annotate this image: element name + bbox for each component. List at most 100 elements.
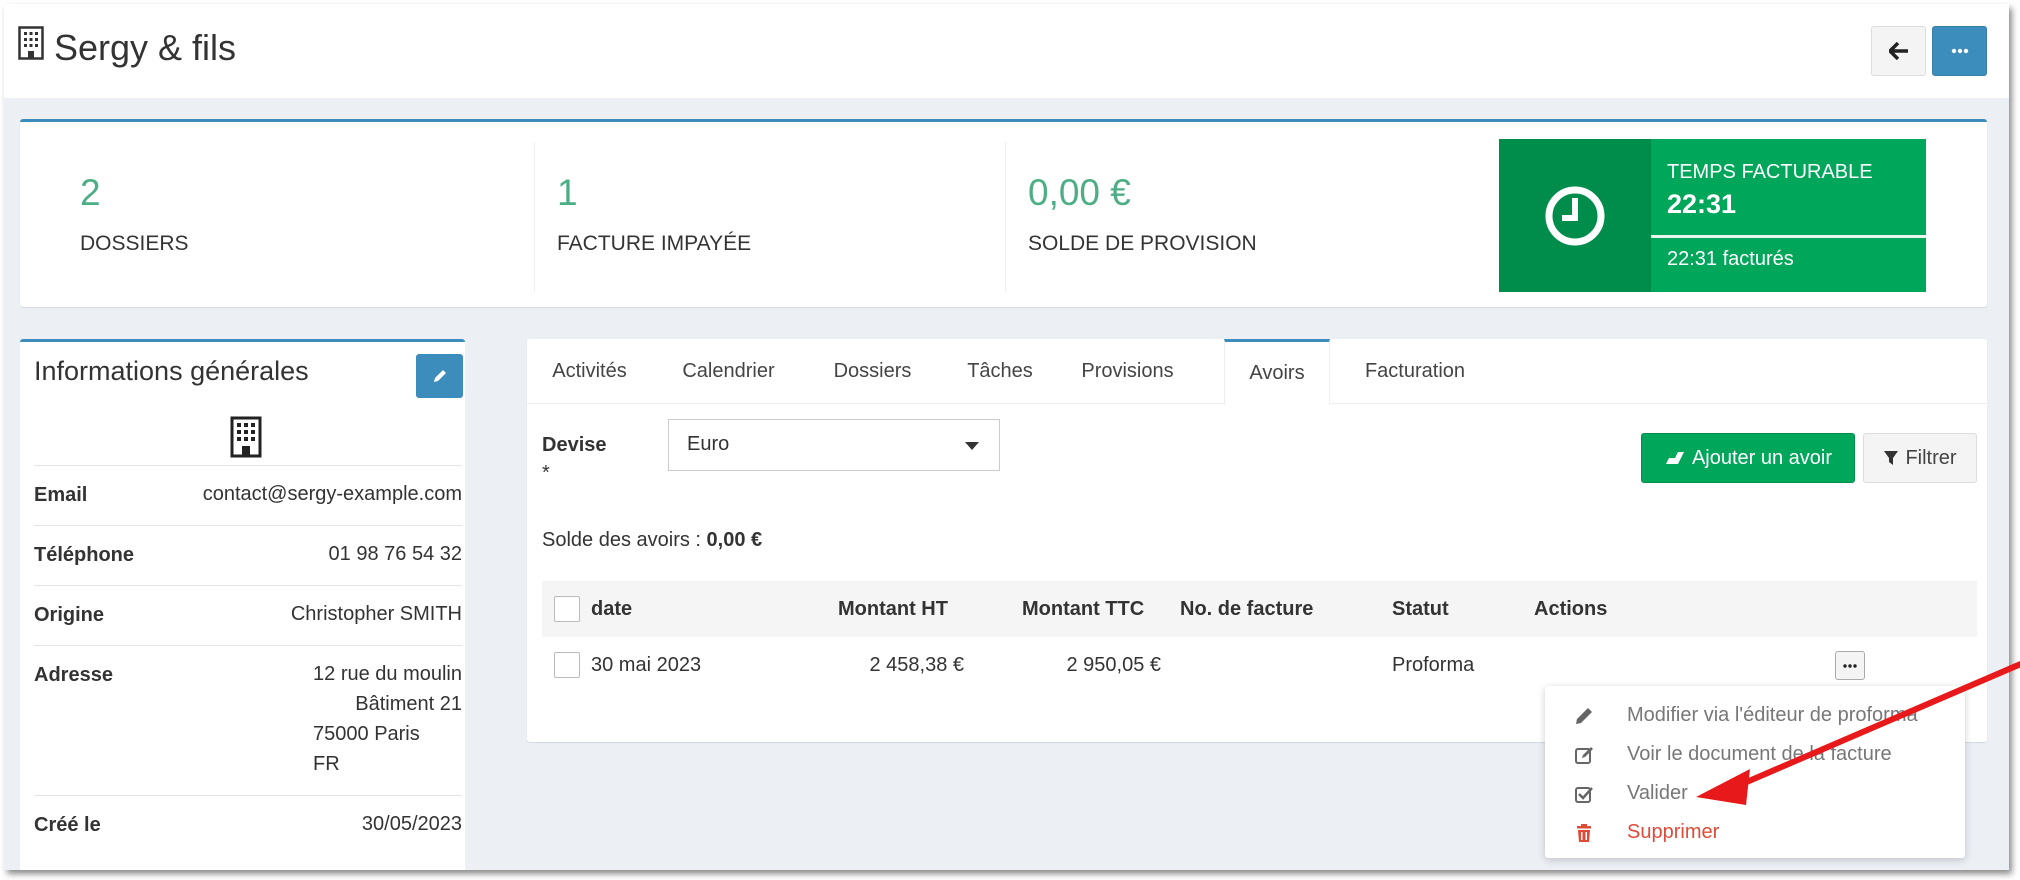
address-line: FR — [313, 753, 340, 775]
edit-info-button[interactable] — [416, 354, 463, 398]
row-checkbox[interactable] — [554, 652, 580, 678]
tab-activites[interactable]: Activités — [527, 339, 652, 404]
stat-dossiers-label: DOSSIERS — [80, 232, 189, 255]
add-credit-note-label: Ajouter un avoir — [1691, 446, 1833, 469]
stat-factures-value: 1 — [557, 172, 578, 213]
stat-provision-value: 0,00 € — [1028, 172, 1131, 213]
menu-item-delete[interactable]: Supprimer — [1545, 812, 1965, 851]
credit-balance: Solde des avoirs : 0,00 € — [542, 529, 762, 552]
general-info-title: Informations générales — [34, 356, 309, 386]
info-value-email[interactable]: contact@sergy-example.com — [203, 479, 462, 509]
stat-dossiers: 2 DOSSIERS — [20, 122, 400, 307]
address-line: Bâtiment 21 — [355, 693, 462, 715]
credit-balance-value: 0,00 € — [706, 529, 763, 551]
column-header[interactable]: Statut — [1392, 598, 1449, 621]
top-bar: Sergy & fils — [4, 4, 2009, 98]
devise-select[interactable]: Euro — [668, 419, 1000, 471]
pencil-icon — [433, 370, 446, 382]
edit-square-icon — [1575, 747, 1593, 764]
info-row-phone: Téléphone 01 98 76 54 32 — [34, 525, 462, 585]
back-button[interactable] — [1871, 26, 1926, 76]
more-options-button[interactable] — [1932, 26, 1987, 76]
building-icon — [18, 26, 44, 69]
stat-factures: 1 FACTURE IMPAYÉE — [534, 122, 934, 307]
menu-item-validate[interactable]: Valider — [1545, 773, 1965, 812]
info-value-phone: 01 98 76 54 32 — [328, 543, 462, 565]
menu-item-edit-proforma[interactable]: Modifier via l'éditeur de proforma — [1545, 695, 1965, 734]
stats-panel: 2 DOSSIERS 1 FACTURE IMPAYÉE 0,00 € SOLD… — [20, 119, 1987, 307]
tabs-panel: Activités Calendrier Dossiers Tâches Pro… — [527, 339, 1987, 742]
page-title: Sergy & fils — [18, 26, 236, 69]
page-title-text: Sergy & fils — [54, 26, 237, 68]
menu-item-label: Modifier via l'éditeur de proforma — [1627, 704, 1918, 726]
tab-calendrier[interactable]: Calendrier — [652, 339, 805, 404]
stat-dossiers-value: 2 — [80, 172, 101, 213]
devise-selected-value: Euro — [687, 433, 730, 455]
menu-item-view-document[interactable]: Voir le document de la facture — [1545, 734, 1965, 773]
billable-progress-bar — [1651, 235, 1926, 238]
billable-time-box: TEMPS FACTURABLE 22:31 22:31 facturés — [1499, 139, 1926, 292]
clock-icon-cell — [1499, 139, 1651, 292]
trash-icon — [1577, 824, 1591, 842]
devise-label: Devise — [542, 434, 607, 456]
table-header: date Montant HT Montant TTC No. de factu… — [542, 581, 1977, 637]
column-header: Actions — [1534, 598, 1608, 620]
info-key: Créé le — [34, 814, 101, 836]
arrow-left-icon — [1888, 42, 1908, 60]
filter-icon — [1884, 451, 1899, 465]
info-key: Email — [34, 484, 88, 506]
ellipsis-icon — [1843, 663, 1857, 668]
stat-factures-label: FACTURE IMPAYÉE — [557, 232, 752, 255]
column-header[interactable]: date — [591, 598, 632, 621]
select-all-checkbox[interactable] — [554, 596, 580, 622]
info-value-created: 30/05/2023 — [361, 813, 462, 835]
menu-item-label: Voir le document de la facture — [1627, 743, 1892, 765]
column-header[interactable]: Montant HT — [838, 598, 948, 621]
check-square-icon — [1575, 787, 1593, 803]
billable-time-label: TEMPS FACTURABLE — [1667, 161, 1873, 183]
filter-button[interactable]: Filtrer — [1863, 433, 1977, 483]
info-row-created: Créé le 30/05/2023 — [34, 795, 462, 855]
column-header[interactable]: No. de facture — [1180, 598, 1313, 621]
stat-provision: 0,00 € SOLDE DE PROVISION — [1005, 122, 1405, 307]
table-row: 30 mai 2023 2 458,38 € 2 950,05 € Profor… — [542, 637, 1977, 693]
required-mark: * — [542, 462, 550, 484]
info-value-origin: Christopher SMITH — [290, 603, 462, 625]
menu-item-label: Supprimer — [1627, 821, 1720, 843]
credit-balance-label: Solde des avoirs : — [542, 529, 701, 551]
tab-bar: Activités Calendrier Dossiers Tâches Pro… — [527, 339, 1987, 405]
row-actions-menu: Modifier via l'éditeur de proforma Voir … — [1545, 686, 1965, 858]
cell-date: 30 mai 2023 — [591, 654, 702, 676]
billable-time-footer: 22:31 facturés — [1667, 248, 1794, 270]
info-key: Adresse — [34, 664, 113, 686]
cell-amount-ttc: 2 950,05 € — [1066, 654, 1161, 676]
tab-dossiers[interactable]: Dossiers — [805, 339, 940, 404]
eraser-icon — [1665, 452, 1684, 464]
stat-provision-label: SOLDE DE PROVISION — [1028, 232, 1257, 255]
add-credit-note-button[interactable]: Ajouter un avoir — [1641, 433, 1855, 483]
info-row-address: Adresse 12 rue du moulin Bâtiment 21 750… — [34, 645, 462, 795]
row-actions-button[interactable] — [1835, 651, 1865, 680]
app-window: Sergy & fils 2 DOSSIERS 1 FACTURE IMPAYÉ… — [4, 4, 2009, 870]
info-key: Origine — [34, 604, 105, 626]
menu-item-label: Valider — [1627, 782, 1688, 804]
cell-amount-ht: 2 458,38 € — [869, 654, 964, 676]
tab-provisions[interactable]: Provisions — [1060, 339, 1195, 404]
info-row-origin: Origine Christopher SMITH — [34, 585, 462, 645]
tab-facturation[interactable]: Facturation — [1330, 339, 1500, 404]
clock-icon — [1545, 186, 1605, 245]
building-icon — [230, 416, 262, 463]
tab-avoirs[interactable]: Avoirs — [1224, 339, 1330, 405]
caret-down-icon — [965, 442, 979, 450]
general-info-panel: Informations générales Email contact@ser… — [20, 339, 465, 870]
column-header[interactable]: Montant TTC — [1022, 598, 1144, 621]
info-value-address: 12 rue du moulin Bâtiment 21 75000 Paris… — [313, 659, 462, 779]
pencil-icon — [1576, 708, 1592, 724]
tab-taches[interactable]: Tâches — [940, 339, 1060, 404]
billable-time-value: 22:31 — [1667, 189, 1737, 219]
cell-status: Proforma — [1392, 654, 1475, 676]
address-line: 75000 Paris — [313, 723, 420, 745]
info-key: Téléphone — [34, 544, 135, 566]
address-line: 12 rue du moulin — [313, 663, 462, 685]
ellipsis-icon — [1951, 48, 1968, 54]
